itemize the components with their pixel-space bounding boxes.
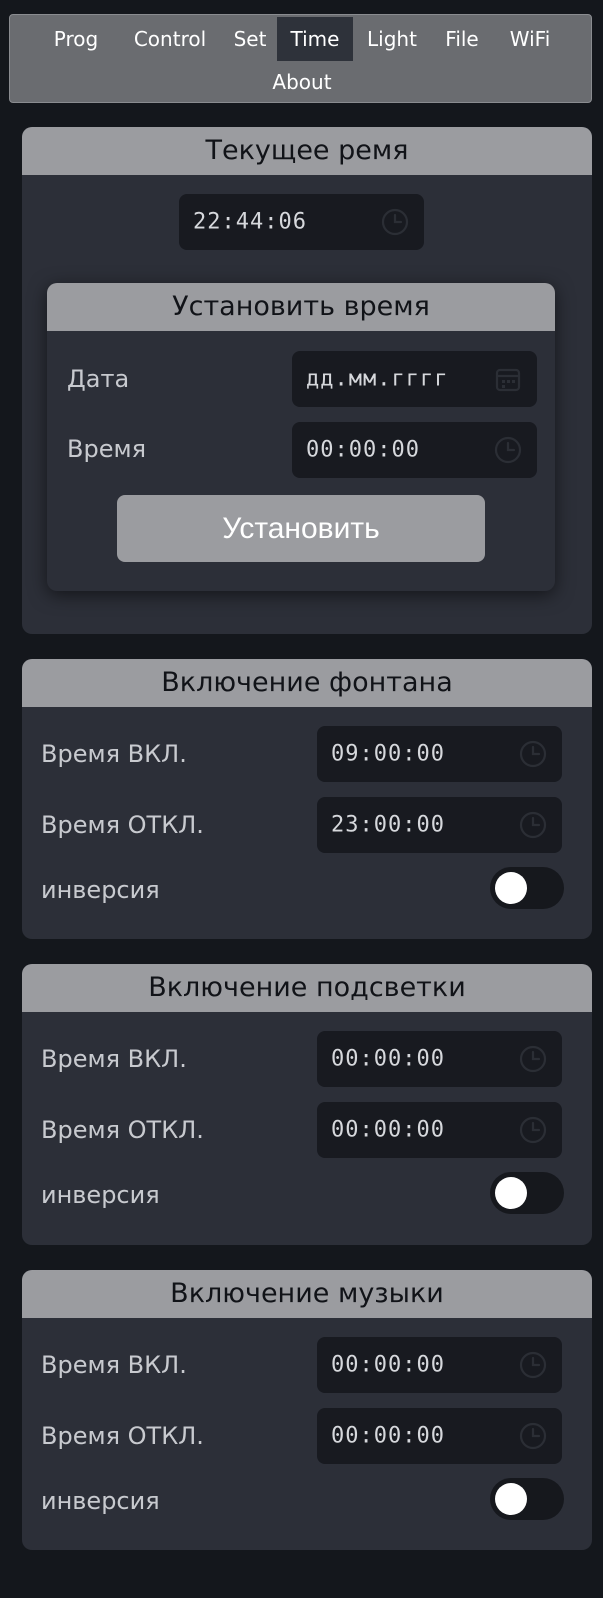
nav-item-set[interactable]: Set [222,17,278,61]
music-on-value: 00:00:00 [331,1352,445,1378]
music-off-value: 00:00:00 [331,1423,445,1449]
set-time-label: Время [67,435,147,463]
nav-item-wifi[interactable]: WiFi [500,17,560,61]
backlight-inversion-label: инверсия [41,1181,160,1209]
backlight-inversion-toggle[interactable] [490,1172,564,1214]
top-nav: Prog Control Set Time Light File WiFi Ab… [9,14,592,103]
current-time-card: Текущее ремя 22:44:06 Установить время Д… [22,127,592,634]
music-title: Включение музыки [22,1270,592,1318]
clock-icon[interactable] [518,1115,548,1145]
current-time-title: Текущее ремя [22,127,592,175]
music-off-input[interactable]: 00:00:00 [317,1408,562,1464]
clock-icon[interactable] [518,1044,548,1074]
fountain-on-label: Время ВКЛ. [41,740,187,768]
set-time-input[interactable]: 00:00:00 [292,422,537,478]
music-inversion-toggle[interactable] [490,1478,564,1520]
toggle-knob [495,872,527,904]
fountain-off-label: Время ОТКЛ. [41,811,204,839]
fountain-off-input[interactable]: 23:00:00 [317,797,562,853]
backlight-on-value: 00:00:00 [331,1046,445,1072]
fountain-card: Включение фонтана Время ВКЛ. 09:00:00 Вр… [22,659,592,939]
backlight-on-label: Время ВКЛ. [41,1045,187,1073]
calendar-icon[interactable] [493,364,523,394]
fountain-title: Включение фонтана [22,659,592,707]
fountain-on-value: 09:00:00 [331,741,445,767]
current-time-display: 22:44:06 [179,194,424,250]
fountain-off-value: 23:00:00 [331,812,445,838]
clock-icon[interactable] [518,810,548,840]
nav-item-time[interactable]: Time [277,17,353,61]
clock-icon[interactable] [493,435,523,465]
nav-item-light[interactable]: Light [358,17,426,61]
clock-icon[interactable] [518,1421,548,1451]
clock-icon[interactable] [518,1350,548,1380]
backlight-off-label: Время ОТКЛ. [41,1116,204,1144]
backlight-off-value: 00:00:00 [331,1117,445,1143]
page: Prog Control Set Time Light File WiFi Ab… [0,0,603,1598]
set-time-value: 00:00:00 [306,437,420,463]
backlight-title: Включение подсветки [22,964,592,1012]
nav-item-control[interactable]: Control [118,17,222,61]
backlight-on-input[interactable]: 00:00:00 [317,1031,562,1087]
set-time-card: Установить время Дата дд.мм.гггг Время 0… [47,283,555,591]
nav-item-prog[interactable]: Prog [44,17,108,61]
date-label: Дата [67,365,130,393]
fountain-inversion-label: инверсия [41,876,160,904]
music-inversion-label: инверсия [41,1487,160,1515]
set-time-title: Установить время [47,283,555,331]
nav-item-file[interactable]: File [434,17,490,61]
toggle-knob [495,1483,527,1515]
music-on-input[interactable]: 00:00:00 [317,1337,562,1393]
nav-item-about[interactable]: About [262,60,342,104]
clock-icon [381,208,409,236]
fountain-inversion-toggle[interactable] [490,867,564,909]
fountain-on-input[interactable]: 09:00:00 [317,726,562,782]
backlight-card: Включение подсветки Время ВКЛ. 00:00:00 … [22,964,592,1245]
music-off-label: Время ОТКЛ. [41,1422,204,1450]
set-time-button[interactable]: Установить [117,495,485,562]
music-on-label: Время ВКЛ. [41,1351,187,1379]
date-input[interactable]: дд.мм.гггг [292,351,537,407]
backlight-off-input[interactable]: 00:00:00 [317,1102,562,1158]
music-card: Включение музыки Время ВКЛ. 00:00:00 Вре… [22,1270,592,1550]
clock-icon[interactable] [518,739,548,769]
date-placeholder: дд.мм.гггг [306,366,449,392]
toggle-knob [495,1177,527,1209]
current-time-value: 22:44:06 [193,209,307,235]
